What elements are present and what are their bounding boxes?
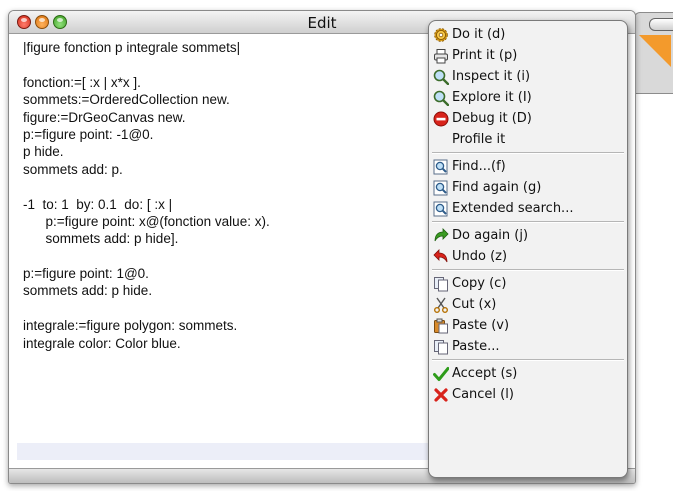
menu-item-label: Print it (p) bbox=[452, 48, 518, 63]
menu-item-label: Do it (d) bbox=[452, 27, 506, 42]
menu-item-label: Paste (v) bbox=[452, 318, 510, 333]
cancel-x-icon bbox=[433, 387, 449, 403]
menu-item-label: Cancel (l) bbox=[452, 387, 514, 402]
menu-separator bbox=[432, 269, 624, 271]
menu-item-print-it[interactable]: Print it (p) bbox=[433, 45, 623, 66]
menu-separator bbox=[432, 359, 624, 361]
context-menu: Do it (d) Print it (p) Inspect it (i) Ex… bbox=[428, 20, 628, 478]
scissors-icon bbox=[433, 297, 449, 313]
menu-item-find[interactable]: Find...(f) bbox=[433, 156, 623, 177]
menu-item-copy[interactable]: Copy (c) bbox=[433, 273, 623, 294]
find-again-icon bbox=[433, 180, 449, 196]
menu-item-label: Paste... bbox=[452, 339, 500, 354]
extended-search-icon bbox=[433, 201, 449, 217]
menu-item-explore-it[interactable]: Explore it (I) bbox=[433, 87, 623, 108]
menu-item-label: Undo (z) bbox=[452, 249, 508, 264]
menu-item-label: Find again (g) bbox=[452, 180, 542, 195]
menu-item-paste[interactable]: Paste (v) bbox=[433, 315, 623, 336]
copy-icon bbox=[433, 276, 449, 292]
window-corner-decoration bbox=[639, 35, 671, 67]
paste-icon bbox=[433, 318, 449, 334]
menu-item-do-again[interactable]: Do again (j) bbox=[433, 225, 623, 246]
undo-icon bbox=[433, 248, 449, 265]
menu-item-debug-it[interactable]: Debug it (D) bbox=[433, 108, 623, 129]
magnifier-icon bbox=[433, 69, 450, 85]
paste-icon bbox=[433, 339, 449, 355]
menu-item-inspect-it[interactable]: Inspect it (i) bbox=[433, 66, 623, 87]
menu-item-label: Accept (s) bbox=[452, 366, 518, 381]
stop-icon bbox=[433, 111, 449, 127]
redo-icon bbox=[433, 227, 449, 244]
menu-separator bbox=[432, 152, 624, 154]
magnifier-icon bbox=[433, 90, 450, 106]
menu-separator bbox=[432, 221, 624, 223]
menu-item-undo[interactable]: Undo (z) bbox=[433, 246, 623, 267]
toolbar-toggle-button[interactable] bbox=[649, 18, 673, 31]
menu-item-do-it[interactable]: Do it (d) bbox=[433, 24, 623, 45]
gear-icon bbox=[433, 27, 449, 43]
find-icon bbox=[433, 159, 449, 175]
menu-item-label: Find...(f) bbox=[452, 159, 506, 174]
menu-item-label: Cut (x) bbox=[452, 297, 497, 312]
menu-item-cancel[interactable]: Cancel (l) bbox=[433, 384, 623, 405]
menu-item-label: Explore it (I) bbox=[452, 90, 532, 105]
menu-item-paste-special[interactable]: Paste... bbox=[433, 336, 623, 357]
menu-item-label: Debug it (D) bbox=[452, 111, 532, 126]
menu-item-find-again[interactable]: Find again (g) bbox=[433, 177, 623, 198]
menu-item-profile-it[interactable]: Profile it bbox=[433, 129, 623, 150]
menu-item-extended-search[interactable]: Extended search... bbox=[433, 198, 623, 219]
menu-item-label: Extended search... bbox=[452, 201, 574, 216]
menu-item-label: Do again (j) bbox=[452, 228, 529, 243]
menu-item-cut[interactable]: Cut (x) bbox=[433, 294, 623, 315]
menu-item-label: Copy (c) bbox=[452, 276, 507, 291]
printer-icon bbox=[433, 48, 449, 64]
menu-item-accept[interactable]: Accept (s) bbox=[433, 363, 623, 384]
menu-item-label: Profile it bbox=[452, 132, 506, 147]
checkmark-icon bbox=[433, 366, 450, 382]
menu-item-label: Inspect it (i) bbox=[452, 69, 531, 84]
background-window[interactable] bbox=[634, 12, 673, 94]
